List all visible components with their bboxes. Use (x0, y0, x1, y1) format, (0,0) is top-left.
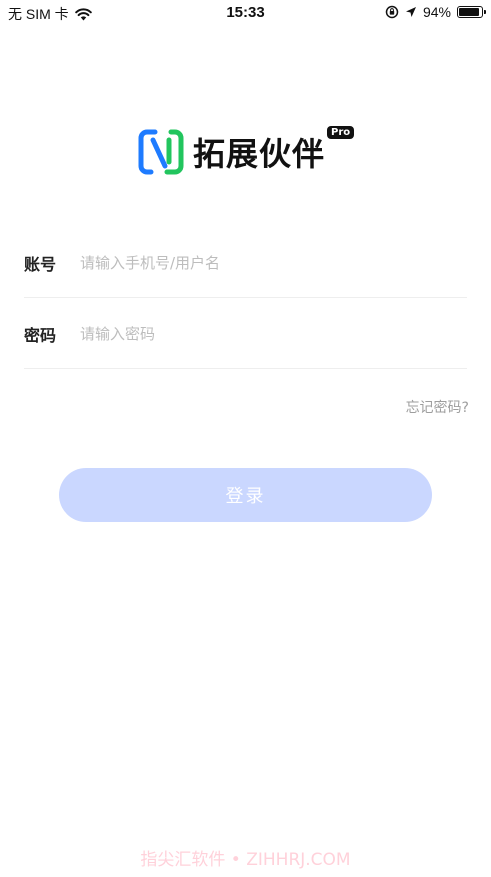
status-bar: 无 SIM 卡 15:33 94% (0, 0, 491, 26)
forgot-password-link[interactable]: 忘记密码? (406, 397, 469, 417)
orientation-lock-icon (385, 5, 399, 19)
account-field-row: 账号 (24, 228, 467, 298)
battery-percent: 94% (422, 4, 451, 20)
battery-icon (457, 6, 486, 18)
logo-mark-icon (138, 129, 184, 175)
account-input[interactable] (80, 253, 467, 272)
password-field-row: 密码 (24, 299, 467, 369)
status-bar-right: 94% (385, 4, 486, 20)
app-logo: 拓展伙伴 (135, 126, 325, 178)
password-label: 密码 (24, 325, 57, 345)
password-input[interactable] (80, 324, 467, 343)
logo-text: 拓展伙伴 (193, 135, 326, 173)
watermark-text: 指尖汇软件 • ZIHHRJ.COM (140, 850, 351, 870)
account-label: 账号 (24, 254, 57, 274)
pro-badge: Pro (327, 126, 355, 139)
battery-fill (459, 8, 479, 16)
location-arrow-icon (405, 7, 416, 17)
login-button[interactable]: 登录 (59, 468, 432, 522)
